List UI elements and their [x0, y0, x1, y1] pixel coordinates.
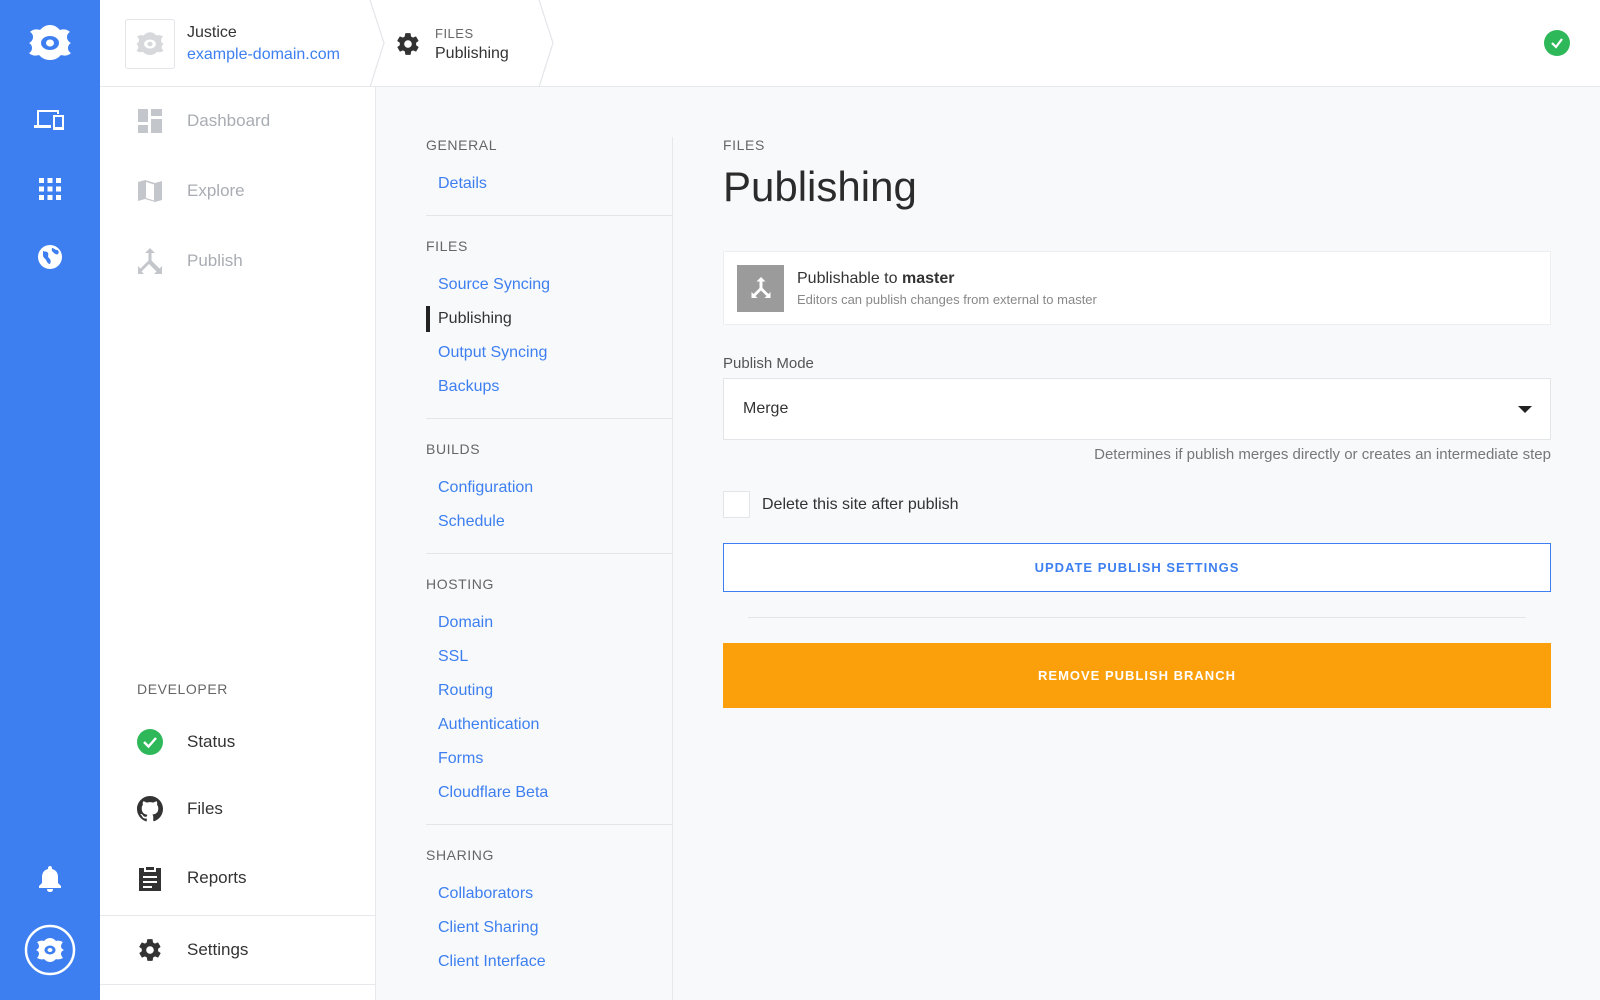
publish-target-branch: master — [901, 269, 955, 287]
subnav-link-backups[interactable]: Backups — [426, 370, 672, 404]
sidebar-item-publish[interactable]: Publish — [100, 233, 375, 289]
status-check-icon[interactable] — [1544, 30, 1570, 56]
publish-mode-label: Publish Mode — [723, 355, 814, 372]
subnav-link-ssl[interactable]: SSL — [426, 640, 672, 674]
subnav-link-cloudflare-beta[interactable]: Cloudflare Beta — [426, 776, 672, 810]
subnav-section-title: SHARING — [426, 847, 494, 863]
remove-publish-branch-button[interactable]: REMOVE PUBLISH BRANCH — [723, 643, 1551, 708]
page-section-label: FILES — [723, 137, 765, 153]
site-domain-link[interactable]: example-domain.com — [187, 44, 340, 66]
logo-icon[interactable] — [0, 18, 100, 68]
publish-target-prefix: Publishable to — [797, 269, 902, 287]
subnav-section-title: HOSTING — [426, 576, 494, 592]
sidebar-item-reports[interactable]: Reports — [100, 850, 375, 906]
devices-icon[interactable] — [0, 105, 100, 135]
page-breadcrumb[interactable]: FILES Publishing — [395, 0, 509, 87]
subnav-group-files: FILES Source Syncing Publishing Output S… — [426, 238, 672, 419]
merge-icon — [737, 264, 784, 312]
sidebar-item-settings[interactable]: Settings — [92, 915, 375, 986]
publish-target-title: Publishable to master — [797, 270, 1097, 288]
developer-section-title: DEVELOPER — [137, 681, 228, 697]
subnav-divider — [672, 137, 673, 1000]
subnav-group-general: GENERAL Details — [426, 137, 672, 216]
subnav-link-details[interactable]: Details — [426, 167, 672, 201]
breadcrumb-page: Publishing — [435, 44, 509, 62]
publish-mode-select[interactable]: Merge — [723, 378, 1551, 440]
sidebar: Dashboard Explore Publish DEVELOPER Stat… — [92, 87, 376, 1000]
sidebar-item-label: Reports — [187, 868, 247, 887]
sidebar-item-label: Settings — [187, 940, 249, 959]
sidebar-item-dashboard[interactable]: Dashboard — [100, 93, 375, 149]
check-circle-icon — [137, 729, 163, 755]
merge-icon — [137, 248, 163, 274]
publish-mode-value: Merge — [743, 400, 789, 417]
subnav-group-sharing: SHARING Collaborators Client Sharing Cli… — [426, 847, 672, 979]
active-indicator — [92, 916, 100, 986]
sidebar-item-label: Dashboard — [187, 111, 271, 130]
subnav-section-title: BUILDS — [426, 441, 481, 457]
breadcrumb-separator — [538, 0, 554, 87]
page-title: Publishing — [723, 163, 917, 210]
sidebar-item-explore[interactable]: Explore — [100, 163, 375, 219]
site-name: Justice — [187, 23, 237, 41]
sidebar-item-label: Files — [187, 799, 223, 818]
main-content: FILES Publishing Publishable to master E… — [723, 137, 1551, 708]
breadcrumb-section: FILES — [435, 25, 474, 41]
map-icon — [137, 178, 163, 204]
site-logo-icon — [125, 18, 175, 69]
delete-after-publish-label[interactable]: Delete this site after publish — [762, 496, 959, 514]
subnav-group-builds: BUILDS Configuration Schedule — [426, 441, 672, 554]
gear-icon — [137, 937, 163, 963]
caret-down-icon — [1518, 406, 1532, 413]
publish-target-card: Publishable to master Editors can publis… — [723, 251, 1551, 325]
subnav-section-title: FILES — [426, 238, 468, 254]
subnav-link-collaborators[interactable]: Collaborators — [426, 877, 672, 911]
subnav-link-source-syncing[interactable]: Source Syncing — [426, 268, 672, 302]
sidebar-item-label: Publish — [187, 251, 243, 270]
dashboard-icon — [137, 108, 163, 134]
globe-icon[interactable] — [0, 242, 100, 272]
github-icon — [137, 796, 163, 822]
subnav-link-authentication[interactable]: Authentication — [426, 708, 672, 742]
delete-after-publish-row: Delete this site after publish — [723, 491, 1551, 518]
publish-mode-help: Determines if publish merges directly or… — [1094, 446, 1551, 463]
publish-target-description: Editors can publish changes from externa… — [797, 291, 1097, 307]
sidebar-item-files[interactable]: Files — [100, 781, 375, 837]
subnav-link-domain[interactable]: Domain — [426, 606, 672, 640]
site-breadcrumb[interactable]: Justice example-domain.com — [100, 0, 370, 87]
subnav-group-hosting: HOSTING Domain SSL Routing Authenticatio… — [426, 576, 672, 825]
gear-icon — [397, 32, 419, 55]
sidebar-item-label: Status — [187, 732, 236, 751]
sidebar-item-status[interactable]: Status — [100, 714, 375, 770]
subnav-link-client-sharing[interactable]: Client Sharing — [426, 911, 672, 945]
settings-subnav: GENERAL Details FILES Source Syncing Pub… — [426, 137, 672, 979]
sidebar-item-label: Explore — [187, 181, 245, 200]
update-publish-settings-button[interactable]: UPDATE PUBLISH SETTINGS — [723, 543, 1551, 592]
breadcrumb-separator — [369, 0, 385, 87]
subnav-link-output-syncing[interactable]: Output Syncing — [426, 336, 672, 370]
clipboard-icon — [137, 865, 163, 891]
subnav-link-client-interface[interactable]: Client Interface — [426, 945, 672, 979]
subnav-link-publishing[interactable]: Publishing — [426, 302, 672, 336]
bell-icon[interactable] — [0, 864, 100, 894]
account-logo-icon[interactable] — [0, 924, 100, 976]
delete-after-publish-checkbox[interactable] — [723, 491, 750, 518]
subnav-section-title: GENERAL — [426, 137, 498, 153]
top-bar: Justice example-domain.com FILES Publish… — [100, 0, 1600, 87]
apps-grid-icon[interactable] — [0, 174, 100, 204]
app-rail — [0, 0, 100, 1000]
subnav-link-routing[interactable]: Routing — [426, 674, 672, 708]
subnav-link-configuration[interactable]: Configuration — [426, 471, 672, 505]
subnav-link-schedule[interactable]: Schedule — [426, 505, 672, 539]
subnav-link-forms[interactable]: Forms — [426, 742, 672, 776]
section-divider — [748, 617, 1526, 618]
